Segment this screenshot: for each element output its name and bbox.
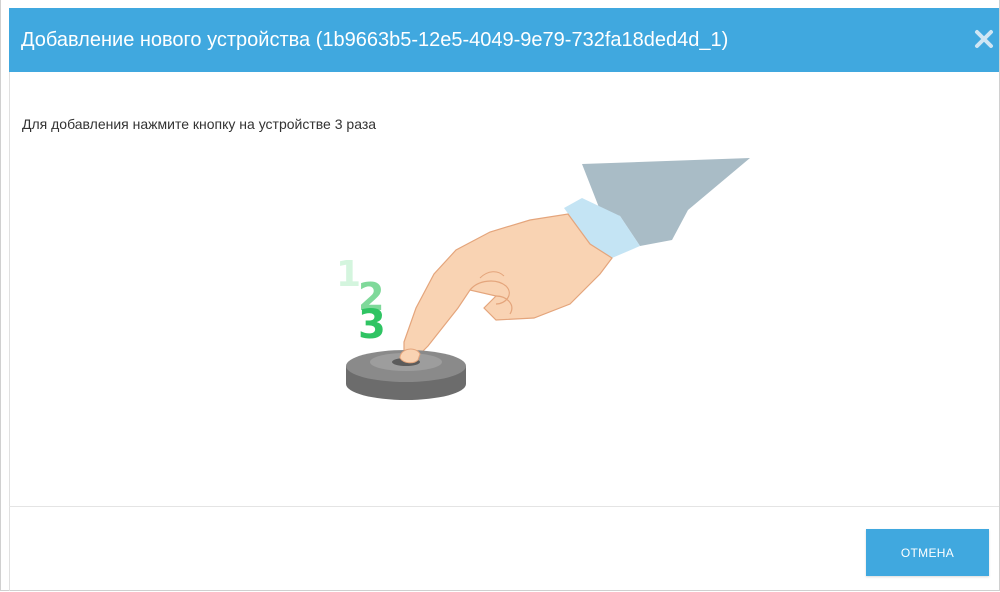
count-3: 3 xyxy=(358,302,386,348)
add-device-dialog: Добавление нового устройства (1b9663b5-1… xyxy=(0,0,1000,591)
press-button-illustration: 1 2 3 xyxy=(320,158,760,428)
instruction-text: Для добавления нажмите кнопку на устройс… xyxy=(22,116,377,132)
hand xyxy=(403,213,613,359)
dialog-title: Добавление нового устройства (1b9663b5-1… xyxy=(21,28,729,51)
dialog-header: Добавление нового устройства (1b9663b5-1… xyxy=(9,8,999,72)
cancel-button[interactable]: ОТМЕНА xyxy=(866,529,989,576)
close-icon[interactable] xyxy=(973,28,995,50)
dialog-body: Для добавления нажмите кнопку на устройс… xyxy=(9,72,1000,506)
dialog-footer: ОТМЕНА xyxy=(9,507,1000,591)
